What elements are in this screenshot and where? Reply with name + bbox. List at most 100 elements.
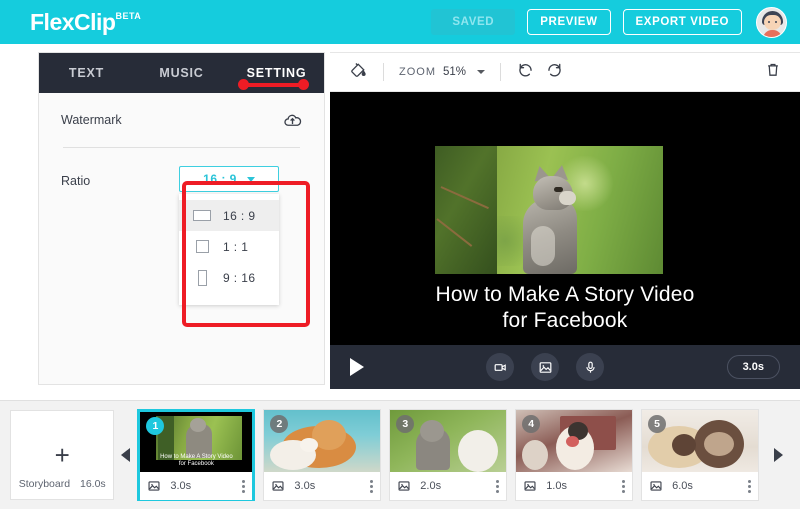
ratio-option-label: 9 : 16: [223, 270, 256, 285]
video-canvas[interactable]: How to Make A Story Video for Facebook: [330, 92, 800, 345]
ratio-label: Ratio: [61, 174, 91, 188]
microphone-icon: [586, 361, 595, 373]
storyboard-bar: + Storyboard 16.0s How to Make A Story V…: [0, 400, 800, 509]
annotation-underline: [241, 83, 305, 87]
storyboard-clip-4[interactable]: 4 1.0s: [515, 409, 634, 501]
clip-title-line-2: for Facebook: [178, 461, 214, 467]
clip-menu-button[interactable]: [622, 479, 626, 493]
add-image-button[interactable]: [531, 353, 560, 381]
undo-button[interactable]: [516, 60, 535, 84]
canvas-title[interactable]: How to Make A Story Video for Facebook: [330, 282, 800, 334]
clip-duration-pill[interactable]: 3.0s: [726, 355, 780, 379]
flexclip-editor: FlexClip BETA SAVED PREVIEW EXPORT VIDEO…: [0, 0, 800, 509]
canvas-title-line-1: How to Make A Story Video: [435, 283, 695, 306]
storyboard-clip-2[interactable]: 2 3.0s: [263, 409, 382, 501]
ratio-dropdown: 16 : 9 1 : 1 9 : 16: [179, 194, 279, 305]
storyboard-label: Storyboard: [18, 478, 71, 490]
panel-tabs: TEXT MUSIC SETTING: [39, 53, 324, 102]
app-logo[interactable]: FlexClip BETA: [30, 10, 141, 34]
image-icon: [148, 481, 160, 491]
ratio-option-9-16[interactable]: 9 : 16: [179, 262, 279, 293]
avatar-eye-right: [775, 20, 777, 23]
image-icon: [398, 481, 410, 491]
clip-duration: 3.0s: [294, 480, 316, 492]
clip-menu-button[interactable]: [747, 479, 751, 493]
clip-title-overlay: How to Make A Story Video for Facebook: [140, 454, 252, 468]
tab-text[interactable]: TEXT: [39, 66, 134, 80]
aspect-square-icon: [192, 240, 212, 253]
header-actions: SAVED PREVIEW EXPORT VIDEO: [431, 6, 787, 38]
ratio-option-label: 1 : 1: [223, 239, 249, 254]
redo-button[interactable]: [545, 60, 564, 84]
toolbar-separator: [500, 63, 502, 81]
canvas-title-line-2: for Facebook: [502, 309, 628, 332]
storyboard-meta: Storyboard 16.0s: [11, 478, 113, 490]
trash-icon: [768, 63, 778, 76]
clip-menu-button[interactable]: [242, 479, 246, 493]
clip-number-badge: 2: [270, 415, 289, 433]
export-video-button[interactable]: EXPORT VIDEO: [622, 9, 742, 35]
logo-beta-badge: BETA: [115, 11, 142, 21]
add-voiceover-button[interactable]: [576, 353, 605, 381]
aspect-wide-icon: [192, 210, 212, 221]
image-icon: [539, 361, 552, 373]
preview-button[interactable]: PREVIEW: [527, 9, 611, 35]
play-button[interactable]: [350, 358, 364, 376]
zoom-dropdown-icon[interactable]: [477, 70, 486, 74]
cat-muzzle: [559, 191, 576, 205]
toolbar-separator: [383, 63, 384, 81]
storyboard-clip-3[interactable]: 3 2.0s: [389, 409, 508, 501]
ratio-option-1-1[interactable]: 1 : 1: [179, 231, 279, 262]
clip-thumbnail: 5: [642, 410, 758, 472]
ratio-option-label: 16 : 9: [223, 208, 256, 223]
add-video-button[interactable]: [486, 353, 515, 381]
clip-duration: 6.0s: [672, 480, 693, 492]
tab-music[interactable]: MUSIC: [134, 66, 229, 80]
cat-chest: [531, 226, 555, 266]
zoom-value: 51%: [443, 66, 467, 78]
tab-setting[interactable]: SETTING: [229, 66, 324, 80]
clip-title-line-1: How to Make A Story Video: [160, 454, 233, 460]
clip-thumbnail: 2: [264, 410, 381, 472]
avatar-eye-left: [768, 20, 770, 23]
photo-branches: [435, 146, 497, 274]
avatar[interactable]: [756, 6, 787, 38]
storyboard-clip-5[interactable]: 5 6.0s: [641, 409, 759, 501]
clip-duration: 1.0s: [546, 480, 567, 492]
clip-footer: 3.0s: [264, 472, 381, 500]
clip-number-badge: 4: [522, 415, 541, 433]
add-storyboard-button[interactable]: + Storyboard 16.0s: [10, 410, 115, 500]
settings-panel: TEXT MUSIC SETTING Watermark Ratio 16: …: [38, 52, 325, 385]
avatar-body: [763, 29, 782, 37]
zoom-label: ZOOM: [399, 66, 436, 78]
ratio-option-16-9[interactable]: 16 : 9: [179, 200, 279, 231]
clip-number-badge: 3: [396, 415, 415, 433]
panel-body: Watermark Ratio 16 : 9 16: 9 1: 1 9: …: [39, 93, 324, 305]
canvas-toolbar: ZOOM 51%: [330, 52, 800, 92]
watermark-row[interactable]: Watermark: [61, 93, 302, 147]
aspect-tall-icon: [192, 269, 212, 286]
image-icon: [272, 481, 284, 491]
app-header: FlexClip BETA SAVED PREVIEW EXPORT VIDEO: [0, 0, 800, 44]
ratio-select[interactable]: 16 : 9: [179, 166, 279, 192]
delete-button[interactable]: [764, 61, 782, 84]
chevron-left-icon[interactable]: [121, 448, 131, 462]
saved-button[interactable]: SAVED: [431, 9, 516, 35]
clip-menu-button[interactable]: [496, 479, 500, 493]
annotation-dot-left: [238, 79, 249, 90]
storyboard-clip-1[interactable]: How to Make A Story Video for Facebook 1…: [137, 409, 256, 501]
clip-duration: 3.0s: [170, 480, 192, 492]
watermark-upload-button[interactable]: [283, 111, 302, 130]
clip-footer: 3.0s: [140, 472, 253, 500]
undo-icon: [519, 63, 532, 77]
paint-bucket-icon: [351, 62, 366, 77]
chevron-right-icon[interactable]: [773, 448, 783, 462]
avatar-face: [764, 14, 781, 30]
clip-menu-button[interactable]: [370, 479, 374, 493]
player-bar: 3.0s: [330, 345, 800, 389]
canvas-photo: [435, 146, 663, 274]
clip-footer: 1.0s: [516, 472, 633, 500]
redo-icon: [548, 63, 561, 77]
paint-bucket-button[interactable]: [348, 60, 368, 85]
chevron-down-icon: [246, 176, 255, 182]
